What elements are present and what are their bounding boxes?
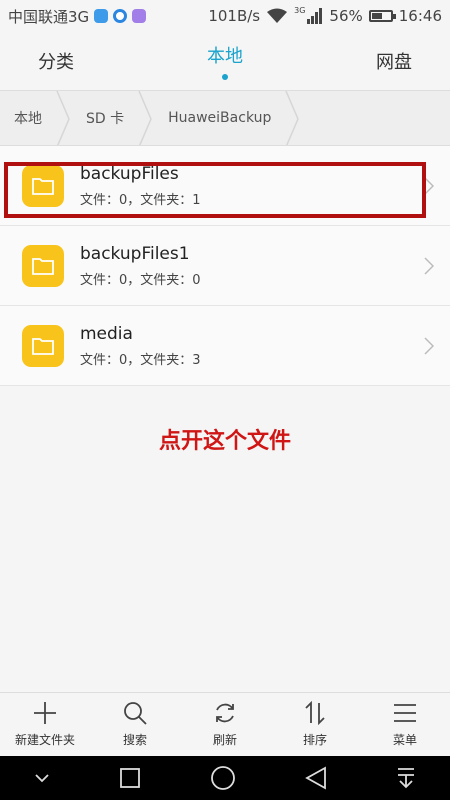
breadcrumb-label: HuaweiBackup xyxy=(168,110,272,126)
refresh-button[interactable]: 刷新 xyxy=(180,693,270,756)
back-icon[interactable] xyxy=(304,766,327,790)
toolbar-label: 菜单 xyxy=(392,733,417,747)
tab-category[interactable]: 分类 xyxy=(0,32,163,90)
list-item-media[interactable]: media 文件：0，文件夹：3 xyxy=(0,306,450,386)
browser-app-icon xyxy=(113,9,128,23)
battery-icon xyxy=(368,10,396,22)
battery-percent: 56% xyxy=(329,7,363,25)
refresh-icon xyxy=(216,703,234,723)
chevron-right-icon xyxy=(424,336,434,355)
tab-cloud-drive[interactable]: 网盘 xyxy=(287,32,450,90)
toolbar-label: 刷新 xyxy=(212,733,237,747)
sort-icon xyxy=(305,701,325,725)
breadcrumb-separator-icon xyxy=(56,91,70,145)
list-item-backupfiles[interactable]: backupFiles 文件：0，文件夹：1 xyxy=(0,146,450,226)
file-meta: 文件：0，文件夹：1 xyxy=(80,192,201,208)
tab-bar: 分类 本地 网盘 xyxy=(0,32,450,90)
menu-icon xyxy=(394,704,416,722)
network-type: 3G xyxy=(294,5,306,15)
battery-fill xyxy=(371,13,382,19)
tab-label: 网盘 xyxy=(376,52,413,73)
annotation-text: 点开这个文件 xyxy=(158,429,291,454)
chevron-down-icon[interactable] xyxy=(34,773,50,783)
wifi-icon xyxy=(267,8,288,23)
breadcrumb-item-huaweibackup[interactable]: HuaweiBackup xyxy=(152,91,300,145)
home-icon[interactable] xyxy=(210,765,236,791)
breadcrumb-label: 本地 xyxy=(14,111,42,127)
file-info: backupFiles1 文件：0，文件夹：0 xyxy=(80,244,201,288)
file-name: backupFiles1 xyxy=(80,243,190,264)
breadcrumb-label: SD 卡 xyxy=(86,111,125,127)
carrier-label: 中国联通3G xyxy=(8,7,90,26)
folder-icon xyxy=(22,244,64,287)
new-folder-button[interactable]: 新建文件夹 xyxy=(0,693,90,756)
breadcrumb-item-sd-card[interactable]: SD 卡 xyxy=(70,91,152,145)
clock: 16:46 xyxy=(398,7,442,25)
tab-label: 本地 xyxy=(207,46,243,67)
folder-icon xyxy=(22,164,64,207)
chevron-right-icon xyxy=(424,176,434,195)
file-name: media xyxy=(80,323,133,344)
network-speed: 101B/s xyxy=(208,7,261,25)
notification-pull-icon[interactable] xyxy=(396,767,416,789)
folder-icon xyxy=(22,324,64,367)
active-tab-indicator xyxy=(222,74,228,80)
status-left: 中国联通3G xyxy=(8,6,147,27)
breadcrumb-separator-icon xyxy=(285,91,300,145)
toolbar-label: 排序 xyxy=(302,733,327,747)
breadcrumb-separator-icon xyxy=(138,91,152,145)
tab-label: 分类 xyxy=(38,52,74,73)
gallery-app-icon xyxy=(132,9,147,23)
search-icon xyxy=(124,702,147,725)
status-right: 101B/s 3G 56% 16:46 xyxy=(208,5,442,26)
breadcrumb: 本地 SD 卡 HuaweiBackup xyxy=(0,90,450,146)
bottom-toolbar: 新建文件夹 搜索 刷新 排序 菜单 xyxy=(0,692,450,756)
search-button[interactable]: 搜索 xyxy=(90,693,180,756)
signal-icon xyxy=(307,8,323,24)
file-list: backupFiles 文件：0，文件夹：1 backupFiles1 文件：0… xyxy=(0,146,450,386)
toolbar-label: 搜索 xyxy=(122,733,147,747)
file-info: backupFiles 文件：0，文件夹：1 xyxy=(80,164,201,208)
file-meta: 文件：0，文件夹：0 xyxy=(80,272,201,288)
message-app-icon xyxy=(94,9,109,23)
list-item-backupfiles1[interactable]: backupFiles1 文件：0，文件夹：0 xyxy=(0,226,450,306)
sort-button[interactable]: 排序 xyxy=(270,693,360,756)
system-nav-bar xyxy=(0,756,450,800)
menu-button[interactable]: 菜单 xyxy=(360,693,450,756)
plus-icon xyxy=(34,702,56,724)
status-bar: 中国联通3G 101B/s 3G 56% 16:46 xyxy=(0,0,450,32)
highlight-box xyxy=(4,162,426,218)
toolbar-label: 新建文件夹 xyxy=(14,733,75,747)
file-meta: 文件：0，文件夹：3 xyxy=(80,352,201,368)
file-info: media 文件：0，文件夹：3 xyxy=(80,324,201,368)
file-name: backupFiles xyxy=(80,163,179,184)
chevron-right-icon xyxy=(424,256,434,275)
breadcrumb-item-local[interactable]: 本地 xyxy=(0,91,70,145)
recent-apps-icon[interactable] xyxy=(119,767,141,789)
tab-local[interactable]: 本地 xyxy=(163,32,288,90)
